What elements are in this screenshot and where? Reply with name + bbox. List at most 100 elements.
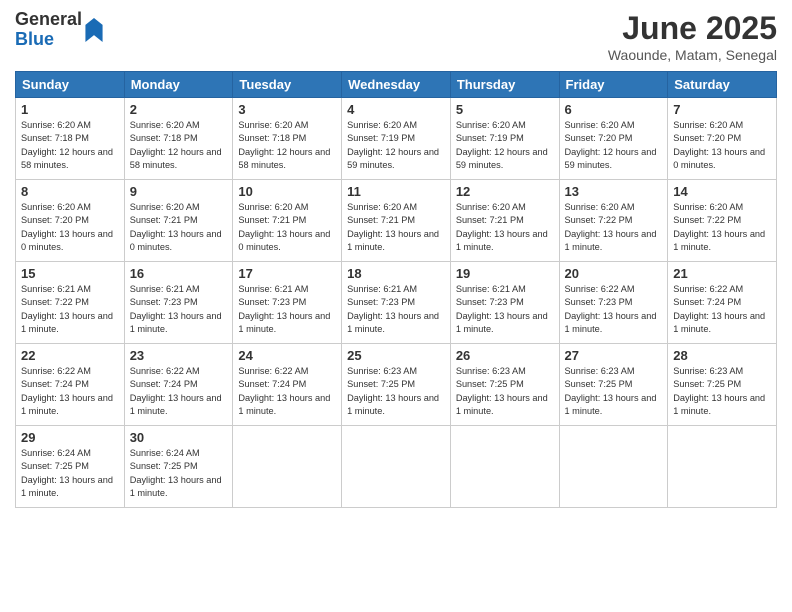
table-row: 2 Sunrise: 6:20 AM Sunset: 7:18 PM Dayli… [124, 98, 233, 180]
sunset-label: Sunset: 7:25 PM [456, 379, 524, 389]
sunset-label: Sunset: 7:20 PM [565, 133, 633, 143]
daylight-label: Daylight: 12 hours and 59 minutes. [565, 147, 657, 170]
daylight-label: Daylight: 12 hours and 58 minutes. [21, 147, 113, 170]
sunset-label: Sunset: 7:25 PM [347, 379, 415, 389]
col-wednesday: Wednesday [342, 72, 451, 98]
table-row: 5 Sunrise: 6:20 AM Sunset: 7:19 PM Dayli… [450, 98, 559, 180]
day-info: Sunrise: 6:20 AM Sunset: 7:21 PM Dayligh… [456, 201, 554, 254]
day-info: Sunrise: 6:20 AM Sunset: 7:20 PM Dayligh… [565, 119, 663, 172]
table-row [668, 426, 777, 508]
day-info: Sunrise: 6:23 AM Sunset: 7:25 PM Dayligh… [347, 365, 445, 418]
sunrise-label: Sunrise: 6:23 AM [456, 366, 526, 376]
daylight-label: Daylight: 13 hours and 1 minute. [238, 311, 330, 334]
day-number: 11 [347, 184, 445, 199]
day-number: 13 [565, 184, 663, 199]
sunset-label: Sunset: 7:23 PM [565, 297, 633, 307]
daylight-label: Daylight: 13 hours and 1 minute. [21, 311, 113, 334]
day-info: Sunrise: 6:20 AM Sunset: 7:22 PM Dayligh… [673, 201, 771, 254]
sunset-label: Sunset: 7:25 PM [21, 461, 89, 471]
sunset-label: Sunset: 7:24 PM [238, 379, 306, 389]
day-info: Sunrise: 6:24 AM Sunset: 7:25 PM Dayligh… [130, 447, 228, 500]
day-number: 22 [21, 348, 119, 363]
sunrise-label: Sunrise: 6:20 AM [238, 202, 308, 212]
sunset-label: Sunset: 7:19 PM [456, 133, 524, 143]
sunrise-label: Sunrise: 6:23 AM [347, 366, 417, 376]
logo-blue: Blue [15, 29, 54, 49]
sunrise-label: Sunrise: 6:20 AM [130, 120, 200, 130]
table-row [233, 426, 342, 508]
daylight-label: Daylight: 13 hours and 1 minute. [456, 393, 548, 416]
table-row [450, 426, 559, 508]
day-number: 26 [456, 348, 554, 363]
col-thursday: Thursday [450, 72, 559, 98]
day-number: 18 [347, 266, 445, 281]
sunset-label: Sunset: 7:18 PM [238, 133, 306, 143]
table-row: 1 Sunrise: 6:20 AM Sunset: 7:18 PM Dayli… [16, 98, 125, 180]
table-row: 18 Sunrise: 6:21 AM Sunset: 7:23 PM Dayl… [342, 262, 451, 344]
daylight-label: Daylight: 13 hours and 1 minute. [347, 229, 439, 252]
logo-icon [84, 18, 104, 42]
day-number: 29 [21, 430, 119, 445]
sunset-label: Sunset: 7:23 PM [347, 297, 415, 307]
daylight-label: Daylight: 12 hours and 58 minutes. [238, 147, 330, 170]
sunset-label: Sunset: 7:23 PM [456, 297, 524, 307]
table-row: 14 Sunrise: 6:20 AM Sunset: 7:22 PM Dayl… [668, 180, 777, 262]
day-number: 9 [130, 184, 228, 199]
sunset-label: Sunset: 7:22 PM [21, 297, 89, 307]
day-number: 3 [238, 102, 336, 117]
table-row: 26 Sunrise: 6:23 AM Sunset: 7:25 PM Dayl… [450, 344, 559, 426]
daylight-label: Daylight: 13 hours and 1 minute. [347, 311, 439, 334]
table-row [559, 426, 668, 508]
table-row: 12 Sunrise: 6:20 AM Sunset: 7:21 PM Dayl… [450, 180, 559, 262]
day-number: 30 [130, 430, 228, 445]
sunset-label: Sunset: 7:24 PM [130, 379, 198, 389]
sunrise-label: Sunrise: 6:21 AM [456, 284, 526, 294]
sunset-label: Sunset: 7:20 PM [21, 215, 89, 225]
sunrise-label: Sunrise: 6:21 AM [238, 284, 308, 294]
day-number: 10 [238, 184, 336, 199]
col-saturday: Saturday [668, 72, 777, 98]
day-info: Sunrise: 6:21 AM Sunset: 7:23 PM Dayligh… [130, 283, 228, 336]
table-row: 16 Sunrise: 6:21 AM Sunset: 7:23 PM Dayl… [124, 262, 233, 344]
day-number: 19 [456, 266, 554, 281]
logo-text: General Blue [15, 10, 82, 50]
day-number: 2 [130, 102, 228, 117]
table-row: 15 Sunrise: 6:21 AM Sunset: 7:22 PM Dayl… [16, 262, 125, 344]
daylight-label: Daylight: 13 hours and 1 minute. [130, 475, 222, 498]
table-row: 4 Sunrise: 6:20 AM Sunset: 7:19 PM Dayli… [342, 98, 451, 180]
sunset-label: Sunset: 7:24 PM [21, 379, 89, 389]
table-row: 30 Sunrise: 6:24 AM Sunset: 7:25 PM Dayl… [124, 426, 233, 508]
day-number: 1 [21, 102, 119, 117]
header: General Blue June 2025 Waounde, Matam, S… [15, 10, 777, 63]
day-info: Sunrise: 6:24 AM Sunset: 7:25 PM Dayligh… [21, 447, 119, 500]
sunset-label: Sunset: 7:25 PM [565, 379, 633, 389]
daylight-label: Daylight: 13 hours and 1 minute. [347, 393, 439, 416]
day-number: 25 [347, 348, 445, 363]
sunrise-label: Sunrise: 6:24 AM [130, 448, 200, 458]
day-info: Sunrise: 6:21 AM Sunset: 7:22 PM Dayligh… [21, 283, 119, 336]
daylight-label: Daylight: 12 hours and 58 minutes. [130, 147, 222, 170]
logo-general: General [15, 9, 82, 29]
day-number: 20 [565, 266, 663, 281]
table-row: 28 Sunrise: 6:23 AM Sunset: 7:25 PM Dayl… [668, 344, 777, 426]
sunrise-label: Sunrise: 6:22 AM [130, 366, 200, 376]
daylight-label: Daylight: 13 hours and 1 minute. [130, 393, 222, 416]
sunrise-label: Sunrise: 6:20 AM [130, 202, 200, 212]
sunrise-label: Sunrise: 6:20 AM [21, 120, 91, 130]
daylight-label: Daylight: 13 hours and 1 minute. [456, 229, 548, 252]
sunset-label: Sunset: 7:21 PM [456, 215, 524, 225]
day-number: 28 [673, 348, 771, 363]
sunset-label: Sunset: 7:21 PM [238, 215, 306, 225]
table-row: 24 Sunrise: 6:22 AM Sunset: 7:24 PM Dayl… [233, 344, 342, 426]
day-number: 23 [130, 348, 228, 363]
day-info: Sunrise: 6:23 AM Sunset: 7:25 PM Dayligh… [456, 365, 554, 418]
sunset-label: Sunset: 7:21 PM [130, 215, 198, 225]
table-row: 17 Sunrise: 6:21 AM Sunset: 7:23 PM Dayl… [233, 262, 342, 344]
table-row: 19 Sunrise: 6:21 AM Sunset: 7:23 PM Dayl… [450, 262, 559, 344]
daylight-label: Daylight: 13 hours and 0 minutes. [21, 229, 113, 252]
page: General Blue June 2025 Waounde, Matam, S… [0, 0, 792, 612]
sunset-label: Sunset: 7:20 PM [673, 133, 741, 143]
day-info: Sunrise: 6:20 AM Sunset: 7:18 PM Dayligh… [238, 119, 336, 172]
table-row: 3 Sunrise: 6:20 AM Sunset: 7:18 PM Dayli… [233, 98, 342, 180]
calendar-week-2: 8 Sunrise: 6:20 AM Sunset: 7:20 PM Dayli… [16, 180, 777, 262]
